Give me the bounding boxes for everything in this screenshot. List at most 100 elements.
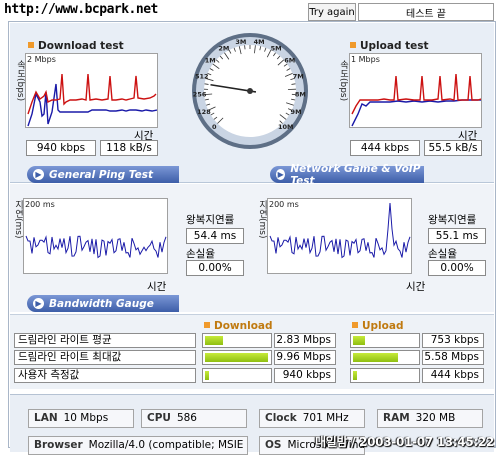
cpu-value: 586 [176,412,197,424]
download-chart [27,73,157,127]
gauge-tick-label: 4M [254,38,265,46]
arrow-right-icon: ▶ [33,298,44,309]
upload-chart [351,73,481,127]
upload-line-blue [351,99,481,127]
download-title-text: Download test [38,40,124,52]
download-value: 9.96 Mbps [274,350,336,365]
bandwidth-header-text: Bandwidth Gauge [49,297,154,310]
upload-bar [350,333,420,348]
gauge-tick-label: 3M [235,38,246,46]
bandwidth-gauge-header[interactable]: ▶ Bandwidth Gauge [27,295,179,312]
ping2-latency-label: 왕복지연률 [428,214,477,226]
bullet-icon [352,322,358,328]
ping2-line [269,202,411,259]
bandwidth-download-col-text: Download [214,320,273,332]
ping1-latency-label: 왕복지연률 [186,214,235,226]
bandwidth-row-label: 사용자 측정값 [14,368,196,383]
ping1-graph [23,198,168,274]
upload-bar [350,368,420,383]
cpu-info: CPU 586 [141,409,247,428]
gauge-tick-label: 7M [293,72,304,80]
upload-title-text: Upload test [360,40,429,52]
gauge-tick-label: 5M [271,44,282,52]
upload-kBs: 55.5 kB/s [424,140,482,156]
upload-value: 444 kbps [422,368,484,383]
gauge-tick-label: 9M [291,108,302,116]
download-value: 940 kbps [274,368,336,383]
bandwidth-download-col: Download [204,320,273,332]
gauge-tick-label: 8M [295,91,306,99]
ping1-scale: 200 ms [25,200,55,209]
gauge-tick-label: 2M [218,44,229,52]
gauge-tick-label: 0 [212,123,217,131]
upload-bar [350,350,420,365]
gauge-dial: 0128 256 512 1M2M 3M 4M 5M6M 7M 8M 9M 10M [192,33,308,149]
gauge-tick-label: 128 [197,108,211,116]
arrow-right-icon: ▶ [276,169,286,180]
download-bar-fill [205,353,268,362]
game-voip-header[interactable]: ▶ Network Game & VoIP Test [270,163,424,187]
download-bar-fill [205,371,209,380]
gauge-tick-label: 512 [195,72,209,80]
upload-bar-fill [353,371,357,380]
download-graph [25,53,158,128]
ram-info: RAM 320 MB [377,409,483,428]
ping2-graph [267,198,412,274]
bandwidth-upload-col: Upload [352,320,403,332]
ping1-x-label: 시간 [147,281,167,293]
upload-bar-fill [353,353,398,362]
general-ping-header-text: General Ping Test [49,168,153,181]
gauge-tick-label: 6M [284,56,295,64]
general-ping-header[interactable]: ▶ General Ping Test [27,166,179,183]
bullet-icon [28,42,34,48]
upload-value: 5.58 Mbps [422,350,484,365]
arrow-right-icon: ▶ [33,169,44,180]
lan-label: LAN [34,412,58,424]
cpu-label: CPU [147,412,171,424]
download-title: Download test [28,40,124,52]
gauge-tick-label: 10M [278,123,294,131]
bullet-icon [350,42,356,48]
bandwidth-row-label: 드림라인 라이트 평균 [14,333,196,348]
ping2-loss-value: 0.00% [428,260,486,276]
gauge-tick-label: 256 [193,91,207,99]
download-bar [202,350,272,365]
bandwidth-row-label: 드림라인 라이트 최대값 [14,350,196,365]
clock-info: Clock 701 MHz [259,409,365,428]
ping1-latency-value: 54.4 ms [186,228,244,244]
ping2-chart [269,202,411,259]
clock-value: 701 MHz [302,412,349,424]
ping2-x-label: 시간 [406,281,426,293]
game-voip-header-text: Network Game & VoIP Test [290,162,421,187]
download-bar [202,368,272,383]
upload-bar-fill [353,336,365,345]
upload-graph [349,53,482,128]
upload-value: 753 kbps [422,333,484,348]
ping1-loss-value: 0.00% [186,260,244,276]
download-kBs: 118 kB/s [100,140,158,156]
download-scale: 2 Mbps [27,55,56,64]
bandwidth-upload-col-text: Upload [362,320,404,332]
upload-line-red [351,73,481,115]
ping2-scale: 200 ms [269,200,299,209]
bullet-icon [204,322,210,328]
ping1-loss-label: 손실율 [186,248,215,260]
timestamp-watermark: 내일밤 / 2003-01-07 13:45:22 [315,435,494,449]
gauge-tick-label: 1M [205,56,216,64]
download-kbps: 940 kbps [26,140,96,156]
upload-scale: 1 Mbps [351,55,380,64]
test-status-tab: 테스트 끝 [358,3,494,21]
lan-info: LAN 10 Mbps [28,409,134,428]
os-label: OS [265,439,282,451]
lan-value: 10 Mbps [63,412,109,424]
browser-label: Browser [34,439,83,451]
upload-title: Upload test [350,40,429,52]
ping2-loss-label: 손실율 [428,248,457,260]
download-bar [202,333,272,348]
ping2-latency-value: 55.1 ms [428,228,486,244]
browser-info: Browser Mozilla/4.0 (compatible; MSIE 6.0 [28,436,248,455]
download-value: 2.83 Mbps [274,333,336,348]
try-again-button[interactable]: Try again [308,3,356,21]
site-url: http://www.bcpark.net [4,2,158,17]
download-bar-fill [205,336,223,345]
